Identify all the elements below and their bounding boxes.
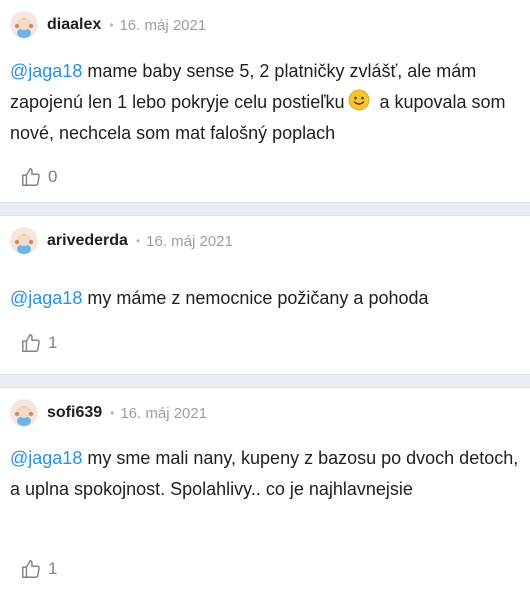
- like-button[interactable]: 1: [20, 558, 57, 580]
- comment-date: 16. máj 2021: [146, 232, 233, 250]
- like-count: 1: [48, 559, 58, 578]
- comment-text: @jaga18 mame baby sense 5, 2 platničky z…: [10, 56, 520, 149]
- comment-item: arivederda • 16. máj 2021 @jaga18 my mám…: [0, 216, 530, 374]
- meta-separator: •: [110, 406, 115, 420]
- comment-header: diaalex • 16. máj 2021: [10, 10, 206, 40]
- comment-item: diaalex • 16. máj 2021 @jaga18 mame baby…: [0, 0, 530, 202]
- smile-emoji-icon: [348, 89, 370, 111]
- mention-link[interactable]: @jaga18: [10, 448, 82, 468]
- comment-separator: [0, 202, 530, 216]
- comment-date: 16. máj 2021: [119, 16, 207, 34]
- comment-text: @jaga18 my sme mali nany, kupeny z bazos…: [10, 443, 520, 505]
- comment-header: sofi639 • 16. máj 2021: [10, 398, 207, 428]
- comment-username[interactable]: sofi639: [47, 404, 102, 422]
- comment-text-part: my máme z nemocnice požičany a pohoda: [82, 288, 429, 308]
- comment-username[interactable]: diaalex: [47, 16, 101, 34]
- thumbs-up-icon: [22, 334, 40, 352]
- comment-item: sofi639 • 16. máj 2021 @jaga18 my sme ma…: [0, 388, 530, 598]
- meta-separator: •: [109, 18, 114, 32]
- like-count: 1: [48, 333, 58, 352]
- like-button[interactable]: 1: [20, 332, 57, 354]
- comment-date: 16. máj 2021: [120, 404, 208, 422]
- like-button[interactable]: 0: [20, 166, 57, 188]
- thumbs-up-icon: [22, 560, 40, 578]
- meta-separator: •: [135, 234, 141, 248]
- comment-separator: [0, 374, 530, 388]
- comment-text: @jaga18 my máme z nemocnice požičany a p…: [10, 283, 520, 314]
- like-count: 0: [48, 167, 58, 186]
- mention-link[interactable]: @jaga18: [10, 288, 82, 308]
- thumbs-up-icon: [22, 168, 40, 186]
- mention-link[interactable]: @jaga18: [10, 61, 82, 81]
- default-avatar-icon[interactable]: [10, 11, 38, 39]
- default-avatar-icon[interactable]: [10, 227, 38, 255]
- default-avatar-icon[interactable]: [10, 399, 38, 427]
- comment-username[interactable]: arivederda: [47, 232, 128, 250]
- comment-text-part: my sme mali nany, kupeny z bazosu po dvo…: [10, 448, 519, 499]
- comment-header: arivederda • 16. máj 2021: [10, 226, 233, 256]
